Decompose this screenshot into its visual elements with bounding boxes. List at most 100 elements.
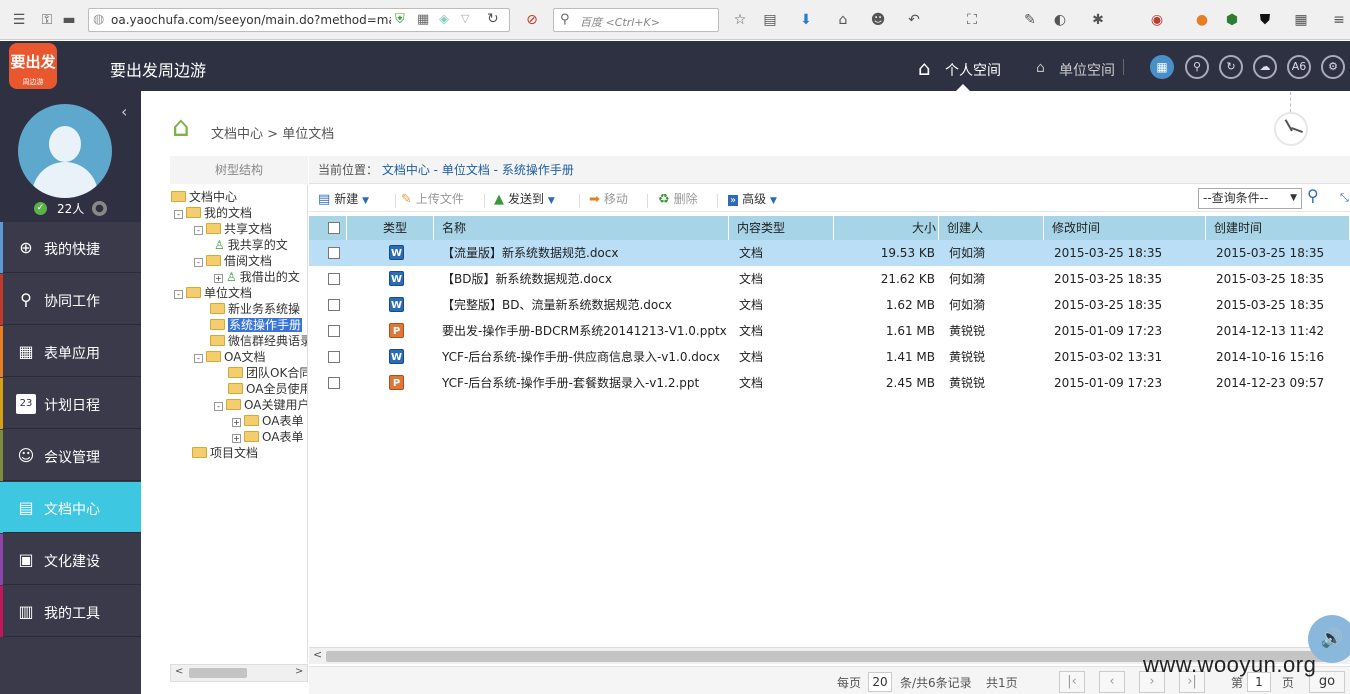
menu-icon[interactable]: ☰	[10, 11, 28, 29]
tree-node[interactable]: - 共享文档	[194, 221, 272, 237]
location-link-manual[interactable]: 系统操作手册	[502, 163, 574, 177]
column-header-content-type[interactable]: 内容类型	[729, 216, 834, 240]
search-icon[interactable]: ⚲	[1185, 55, 1209, 79]
location-link-unit-docs[interactable]: 单位文档	[442, 163, 490, 177]
search-icon[interactable]: ⚲	[1307, 186, 1319, 205]
row-checkbox[interactable]	[328, 273, 340, 285]
bookmark-star-icon[interactable]: ☆	[731, 11, 749, 29]
tree-node[interactable]: - 我的文档	[174, 205, 252, 221]
file-name[interactable]: 【完整版】BD、流量新系统数据规范.docx	[442, 292, 727, 318]
online-count[interactable]: 22人	[57, 200, 84, 217]
chat-icon[interactable]: ☻	[869, 11, 887, 29]
prev-page-button[interactable]: ‹	[1099, 671, 1125, 693]
tree-node[interactable]: - OA关键用户	[214, 397, 307, 413]
new-button[interactable]: ▤ 新建 ▼	[318, 190, 369, 207]
table-row[interactable]: W 【BD版】新系统数据规范.docx 文档 21.62 KB 何如漪 2015-03-2…	[309, 266, 1350, 292]
sidebar-item[interactable]: ▦ 表单应用	[0, 326, 141, 377]
block-icon[interactable]: ⊘	[523, 11, 541, 29]
folder-icon[interactable]: ▬	[60, 11, 78, 29]
table-row[interactable]: W 【完整版】BD、流量新系统数据规范.docx 文档 1.62 MB 何如漪 2015-…	[309, 292, 1350, 318]
extension-icon[interactable]: ◉	[1148, 11, 1166, 29]
file-name[interactable]: 【BD版】新系统数据规范.docx	[442, 266, 727, 292]
breadcrumb-root[interactable]: 文档中心	[211, 127, 263, 142]
first-page-button[interactable]: |‹	[1059, 671, 1085, 693]
reader-icon[interactable]: ▤	[761, 11, 779, 29]
undo-icon[interactable]: ↶	[905, 11, 923, 29]
row-checkbox[interactable]	[328, 325, 340, 337]
table-row[interactable]: P YCF-后台系统-操作手册-套餐数据录入-v1.2.ppt 文档 2.45 MB 黄…	[309, 370, 1350, 396]
row-checkbox[interactable]	[328, 299, 340, 311]
tree-node[interactable]: - OA文档	[194, 349, 265, 365]
row-checkbox[interactable]	[328, 351, 340, 363]
column-header-size[interactable]: 大小	[834, 216, 939, 240]
user-status-icon[interactable]: ●	[92, 201, 107, 216]
tree-node[interactable]: 微信群经典语录	[210, 333, 307, 349]
sidebar-item[interactable]: ⚲ 协同工作	[0, 274, 141, 325]
tree-scroll-thumb[interactable]	[189, 668, 247, 678]
sidebar-item[interactable]: ☺ 会议管理	[0, 430, 141, 481]
qr-icon[interactable]: ▦	[417, 12, 429, 27]
collapse-icon[interactable]: -	[194, 226, 203, 235]
sidebar-item[interactable]: ▥ 我的工具	[0, 586, 141, 637]
building-icon[interactable]: ⌂	[1036, 60, 1045, 76]
collapse-icon[interactable]: -	[174, 210, 183, 219]
column-header-created[interactable]: 创建时间	[1206, 216, 1350, 240]
tree-node[interactable]: + OA表单	[232, 429, 303, 445]
collapse-icon[interactable]: -	[194, 354, 203, 363]
delete-button[interactable]: ♻ 删除	[658, 190, 698, 207]
home-icon[interactable]: ⌂	[172, 110, 190, 143]
file-name[interactable]: 【流量版】新系统数据规范.docx	[442, 240, 727, 266]
tree-node[interactable]: 项目文档	[192, 445, 258, 461]
send-to-button[interactable]: ▲ 发送到 ▼	[494, 190, 555, 207]
expand-icon[interactable]: +	[232, 434, 241, 443]
upload-button[interactable]: ✎ 上传文件	[401, 190, 464, 207]
column-header-name[interactable]: 名称	[434, 216, 729, 240]
wall-icon[interactable]: ▦	[1292, 11, 1310, 29]
move-button[interactable]: ➡ 移动	[589, 190, 628, 207]
tree-scrollbar[interactable]: < >	[170, 664, 308, 682]
dropdown-icon[interactable]: ▽	[461, 12, 469, 25]
expand-icon[interactable]: +	[214, 274, 223, 283]
table-row[interactable]: P 要出发-操作手册-BDCRM系统20141213-V1.0.pptx 文档 1.6…	[309, 318, 1350, 344]
tree-node[interactable]: - 借阅文档	[194, 253, 272, 269]
row-checkbox[interactable]	[328, 377, 340, 389]
file-name[interactable]: 要出发-操作手册-BDCRM系统20141213-V1.0.pptx	[442, 318, 727, 344]
table-row[interactable]: W 【流量版】新系统数据规范.docx 文档 19.53 KB 何如漪 2015-03-2…	[309, 240, 1350, 266]
collapse-icon[interactable]: -	[194, 258, 203, 267]
shield-green-icon[interactable]: ⬢	[1223, 11, 1241, 29]
shield-icon[interactable]: ⛨	[395, 12, 405, 27]
advanced-button[interactable]: » 高级 ▼	[728, 190, 777, 207]
home-icon[interactable]: ⌂	[834, 11, 852, 29]
per-page-input[interactable]: 20	[868, 672, 892, 692]
adblock-icon[interactable]: ⛊	[1256, 11, 1274, 29]
row-checkbox[interactable]	[328, 247, 340, 259]
location-link-doc-center[interactable]: 文档中心	[382, 163, 430, 177]
crop-icon[interactable]: ⛶	[963, 11, 981, 29]
fox-icon[interactable]: ●	[1193, 11, 1211, 29]
column-header-modified[interactable]: 修改时间	[1044, 216, 1206, 240]
collapse-icon[interactable]: ‹	[121, 102, 127, 121]
a6-icon[interactable]: A6	[1287, 55, 1311, 79]
sidebar-item[interactable]: ▤ 文档中心	[0, 482, 141, 533]
tree-node[interactable]: - 单位文档	[174, 285, 252, 301]
collapse-icon[interactable]: -	[214, 402, 223, 411]
gear-icon[interactable]: ⚙	[1321, 55, 1345, 79]
nav-unit-space[interactable]: 单位空间	[1059, 60, 1115, 80]
bug-icon[interactable]: ✱	[1089, 11, 1107, 29]
select-all-checkbox[interactable]	[328, 222, 340, 234]
query-condition-select[interactable]: --查询条件-- ▼	[1198, 188, 1302, 209]
url-bar[interactable]: ◍ oa.yaochufa.com/seeyon/main.do?method=…	[88, 8, 510, 32]
download-icon[interactable]: ⬇	[797, 11, 815, 29]
key-icon[interactable]: ⚿	[38, 11, 56, 29]
reload-icon[interactable]: ↻	[487, 11, 499, 27]
tree-node[interactable]: OA全员使用	[228, 381, 307, 397]
clock-icon[interactable]	[1274, 112, 1308, 146]
scroll-left-icon[interactable]: <	[313, 648, 322, 661]
file-name[interactable]: YCF-后台系统-操作手册-套餐数据录入-v1.2.ppt	[442, 370, 727, 396]
tree-node[interactable]: 团队OK合同	[228, 365, 307, 381]
column-header-type[interactable]: 类型	[347, 216, 434, 240]
refresh-icon[interactable]: ↻	[1219, 55, 1243, 79]
grid-icon[interactable]: ▦	[1150, 55, 1174, 79]
cloud-icon[interactable]: ☁	[1253, 55, 1277, 79]
nav-personal-space[interactable]: 个人空间	[945, 60, 1001, 80]
